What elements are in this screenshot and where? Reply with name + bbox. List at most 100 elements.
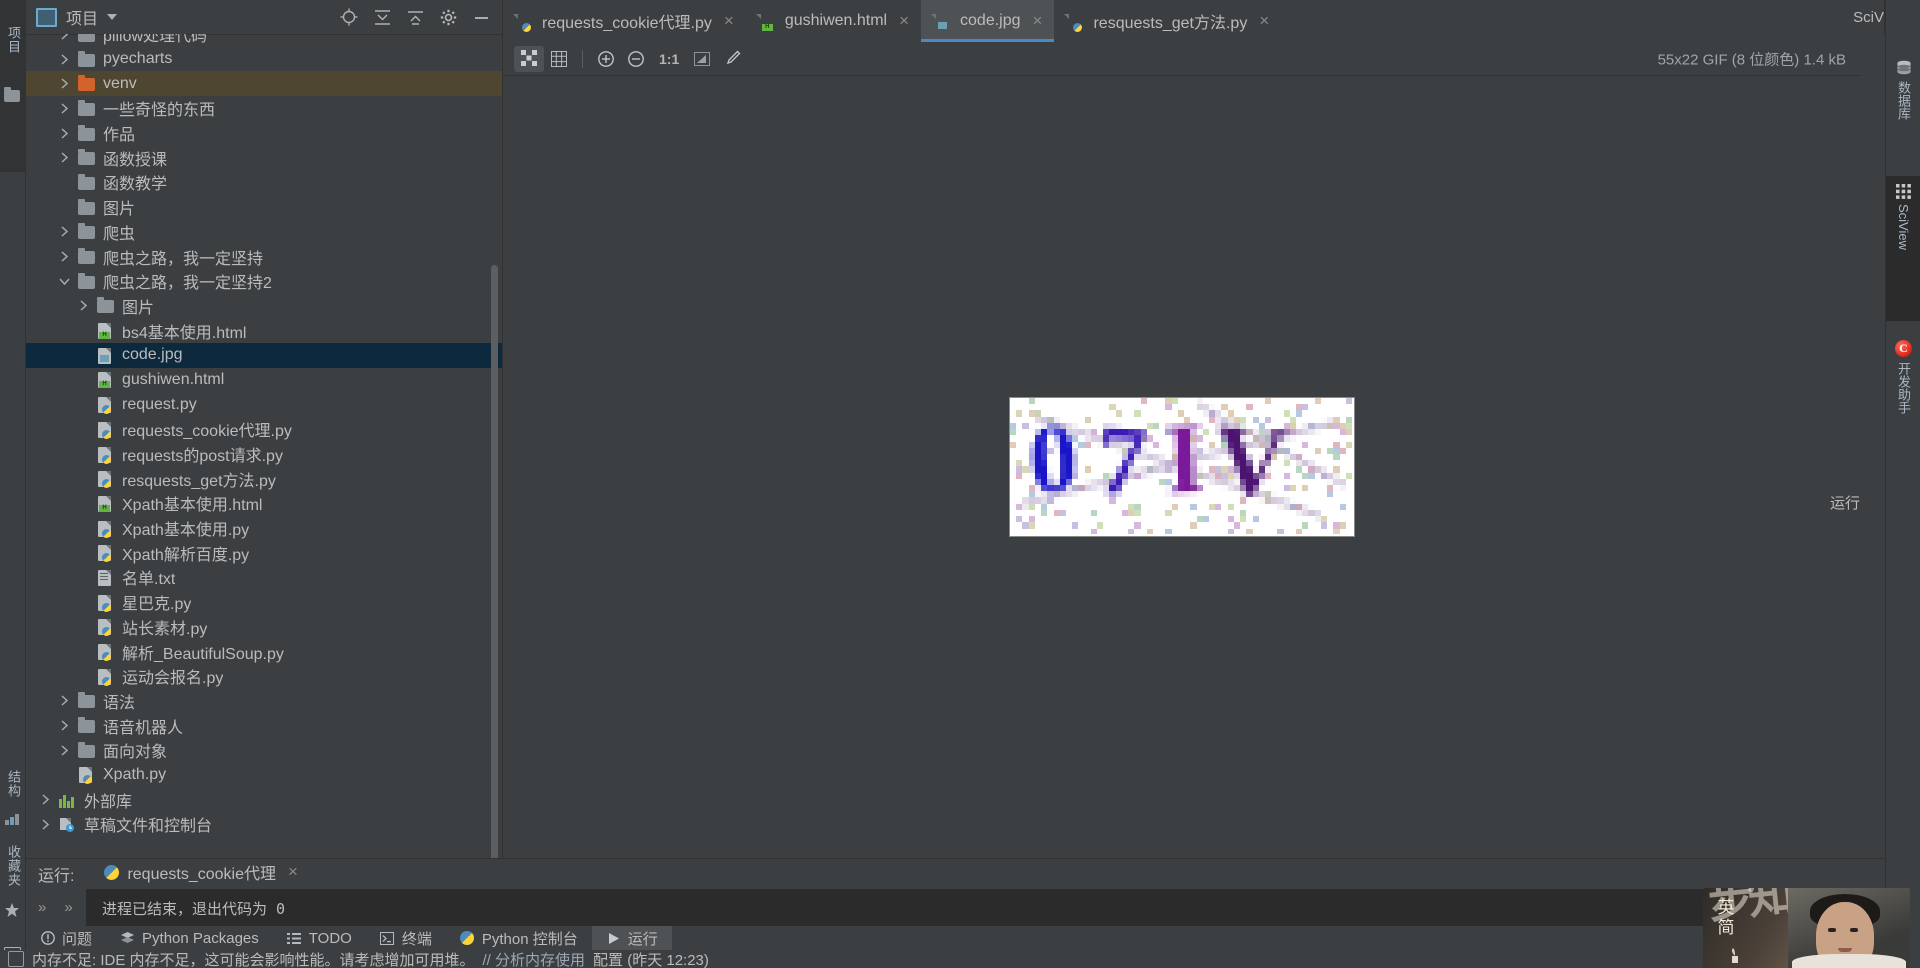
- tree-row[interactable]: 星巴克.py: [26, 590, 502, 615]
- sidebar-item-database[interactable]: 数据库: [1886, 52, 1920, 120]
- chevron-right-icon[interactable]: [38, 794, 52, 805]
- tree-row[interactable]: requests_cookie代理.py: [26, 417, 502, 442]
- tree-row[interactable]: requests的post请求.py: [26, 442, 502, 467]
- tree-row[interactable]: 函数教学: [26, 170, 502, 195]
- sidebar-item-project-label[interactable]: 项目: [4, 26, 23, 54]
- tree-row[interactable]: 作品: [26, 121, 502, 146]
- close-icon[interactable]: ×: [1259, 11, 1269, 31]
- zoom-out-icon[interactable]: [621, 46, 651, 72]
- chevron-right-icon[interactable]: [57, 103, 71, 114]
- chevron-right-icon[interactable]: [76, 300, 90, 311]
- sidebar-item-structure-label[interactable]: 结构: [4, 770, 23, 798]
- sidebar-item-dev-assistant[interactable]: C 开发助手: [1886, 332, 1920, 414]
- tree-row[interactable]: Hgushiwen.html: [26, 368, 502, 393]
- structure-icon[interactable]: [5, 812, 23, 828]
- close-icon[interactable]: ×: [1033, 11, 1043, 31]
- tree-row[interactable]: code.jpg: [26, 342, 502, 368]
- color-picker-icon[interactable]: [717, 46, 747, 72]
- bottom-bar-item[interactable]: 问题: [26, 926, 106, 950]
- editor-tab[interactable]: resquests_get方法.py ×: [1054, 0, 1281, 42]
- tree-row[interactable]: Xpath基本使用.py: [26, 516, 502, 541]
- chevron-right-icon[interactable]: [57, 128, 71, 139]
- tree-row[interactable]: Hbs4基本使用.html: [26, 318, 502, 343]
- transparency-chessboard-icon[interactable]: [514, 45, 544, 72]
- zoom-in-icon[interactable]: [591, 46, 621, 72]
- tree-row[interactable]: 函数授课: [26, 145, 502, 170]
- bottom-bar-item[interactable]: TODO: [273, 926, 366, 950]
- tree-row[interactable]: 一些奇怪的东西: [26, 96, 502, 121]
- folder-icon: [78, 75, 95, 92]
- sidebar-item-sciview[interactable]: SciView: [1886, 176, 1920, 321]
- project-file-tree[interactable]: pillow处理代码 pyecharts venv 一些奇怪的东西 作品 函数授课 函数教学…: [26, 34, 502, 858]
- project-tree-scrollbar[interactable]: [491, 265, 498, 865]
- folder-icon[interactable]: [4, 87, 22, 104]
- bottom-bar-item[interactable]: 运行: [591, 926, 672, 950]
- close-icon[interactable]: ×: [724, 11, 734, 31]
- minimize-icon[interactable]: [473, 9, 490, 26]
- tree-row[interactable]: venv: [26, 71, 502, 97]
- fit-to-window-icon[interactable]: [687, 46, 717, 72]
- bottom-tool-bar[interactable]: 问题 Python Packages TODO 终端 Python 控制台 运行: [26, 926, 1885, 950]
- tree-row[interactable]: 爬虫: [26, 220, 502, 245]
- tree-row[interactable]: 语音机器人: [26, 713, 502, 738]
- chevron-down-icon[interactable]: [107, 14, 118, 20]
- tree-row[interactable]: 草稿文件和控制台: [26, 812, 502, 837]
- chevron-right-icon[interactable]: [38, 819, 52, 830]
- tree-row[interactable]: 爬虫之路，我一定坚持: [26, 244, 502, 269]
- chevron-right-icon[interactable]: [57, 720, 71, 731]
- grid-icon[interactable]: [544, 46, 574, 72]
- close-icon[interactable]: ×: [288, 862, 298, 882]
- tree-row[interactable]: 外部库: [26, 787, 502, 812]
- chevron-right-icon[interactable]: [57, 745, 71, 756]
- bottom-bar-item[interactable]: 终端: [366, 926, 446, 950]
- memory-indicator-icon[interactable]: [8, 951, 24, 967]
- project-panel-title: 项目: [66, 11, 99, 28]
- editor-tab[interactable]: requests_cookie代理.py ×: [503, 0, 746, 42]
- chevron-right-icon[interactable]: [57, 34, 71, 40]
- tree-row[interactable]: 站长素材.py: [26, 615, 502, 640]
- tree-row[interactable]: resquests_get方法.py: [26, 466, 502, 491]
- chevron-right-icon[interactable]: [57, 152, 71, 163]
- bottom-bar-item[interactable]: Python 控制台: [446, 926, 592, 950]
- status-bar-link-analyze[interactable]: // 分析内存使用: [483, 949, 586, 968]
- expand-icon[interactable]: [407, 9, 424, 26]
- tree-row[interactable]: 图片: [26, 294, 502, 319]
- tree-row[interactable]: 解析_BeautifulSoup.py: [26, 639, 502, 664]
- chevron-right-icon[interactable]: [57, 226, 71, 237]
- tree-row[interactable]: 爬虫之路，我一定坚持2: [26, 269, 502, 294]
- tree-row[interactable]: request.py: [26, 392, 502, 417]
- tree-row[interactable]: Xpath.py: [26, 763, 502, 788]
- sidebar-item-favorites-label[interactable]: 收藏夹: [4, 845, 23, 887]
- python-file-icon: [98, 619, 111, 637]
- tree-row[interactable]: pyecharts: [26, 47, 502, 72]
- tree-row[interactable]: 运动会报名.py: [26, 664, 502, 689]
- run-edge-label[interactable]: 运行: [1830, 492, 1860, 513]
- chevron-right-icon[interactable]: [57, 53, 71, 65]
- chevron-right-icon[interactable]: [57, 78, 71, 89]
- actual-size-label[interactable]: 1:1: [651, 51, 687, 67]
- tree-row[interactable]: 名单.txt: [26, 565, 502, 590]
- tree-row[interactable]: pillow处理代码: [26, 34, 502, 47]
- star-icon[interactable]: [4, 902, 22, 918]
- chevron-down-icon[interactable]: [57, 277, 71, 286]
- bottom-bar-item[interactable]: Python Packages: [106, 926, 273, 950]
- tree-row[interactable]: Xpath解析百度.py: [26, 540, 502, 565]
- run-gutter-btn-2[interactable]: »: [64, 899, 72, 916]
- status-bar-link-configure[interactable]: 配置 (昨天 12:23): [593, 949, 709, 968]
- editor-tab-bar[interactable]: requests_cookie代理.py × Hgushiwen.html × code…: [503, 0, 1860, 43]
- bottom-bar-item-label: TODO: [308, 929, 352, 947]
- locate-icon[interactable]: [340, 8, 358, 26]
- run-config-tab[interactable]: requests_cookie代理 ×: [104, 860, 307, 892]
- editor-tab[interactable]: code.jpg ×: [921, 0, 1055, 42]
- tree-row[interactable]: 面向对象: [26, 738, 502, 763]
- gear-icon[interactable]: [440, 9, 457, 26]
- collapse-all-icon[interactable]: [374, 9, 391, 26]
- chevron-right-icon[interactable]: [57, 251, 71, 262]
- tree-row[interactable]: 图片: [26, 195, 502, 220]
- editor-tab[interactable]: Hgushiwen.html ×: [746, 0, 921, 42]
- tree-row[interactable]: 语法: [26, 689, 502, 714]
- chevron-right-icon[interactable]: [57, 695, 71, 706]
- tree-row[interactable]: H Xpath基本使用.html: [26, 491, 502, 516]
- run-gutter-btn-1[interactable]: »: [38, 899, 46, 916]
- close-icon[interactable]: ×: [899, 11, 909, 31]
